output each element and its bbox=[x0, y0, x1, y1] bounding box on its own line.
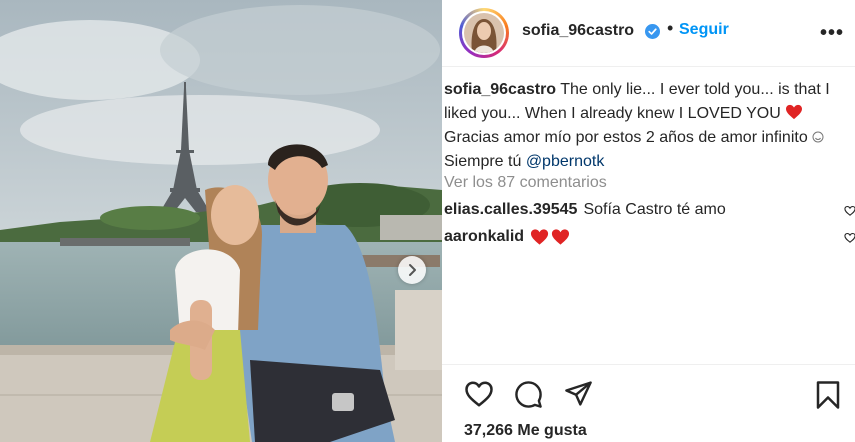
verified-badge-icon bbox=[645, 24, 660, 39]
header-username[interactable]: sofia_96castro bbox=[522, 22, 634, 40]
more-options-button[interactable]: ••• bbox=[820, 22, 844, 45]
paper-plane-icon[interactable] bbox=[564, 380, 593, 407]
heart-outline-icon[interactable] bbox=[464, 380, 494, 408]
bookmark-icon[interactable] bbox=[815, 380, 841, 410]
smile-emoji-icon bbox=[812, 131, 824, 143]
next-photo-button[interactable] bbox=[398, 256, 426, 284]
red-heart-emoji-pair-icon bbox=[530, 229, 570, 245]
post-actions-bar bbox=[442, 372, 855, 416]
comment-username[interactable]: aaronkalid bbox=[444, 228, 524, 246]
caption-line-4: Siempre tú bbox=[444, 153, 526, 170]
post-photo-image bbox=[0, 0, 442, 442]
comment-like-icon[interactable] bbox=[844, 205, 855, 217]
red-heart-emoji-icon bbox=[786, 104, 803, 120]
caption-line-2: liked you... When I already knew I LOVED… bbox=[444, 105, 781, 122]
avatar[interactable] bbox=[459, 8, 509, 58]
follow-button[interactable]: Seguir bbox=[679, 21, 729, 39]
comment-item: aaronkalid bbox=[444, 228, 570, 246]
comment-username[interactable]: elias.calles.39545 bbox=[444, 201, 577, 219]
view-all-comments-link[interactable]: Ver los 87 comentarios bbox=[444, 174, 607, 192]
likes-count[interactable]: 37,266 Me gusta bbox=[464, 422, 587, 440]
separator-dot: • bbox=[667, 18, 674, 38]
post-side-panel: sofia_96castro • Seguir ••• sofia_96cast… bbox=[442, 0, 855, 442]
comment-item: elias.calles.39545 Sofía Castro té amo bbox=[444, 201, 726, 219]
caption-mention-link[interactable]: @pbernotk bbox=[526, 153, 605, 170]
avatar-image bbox=[464, 13, 504, 53]
caption-username[interactable]: sofia_96castro bbox=[444, 81, 556, 98]
comment-text: Sofía Castro té amo bbox=[583, 201, 726, 218]
chevron-right-icon bbox=[409, 264, 416, 276]
post-header: sofia_96castro • Seguir ••• bbox=[442, 0, 855, 66]
post-caption: sofia_96castro The only lie... I ever to… bbox=[444, 78, 855, 174]
post-photo[interactable] bbox=[0, 0, 442, 442]
caption-line-1: The only lie... I ever told you... is th… bbox=[560, 81, 830, 98]
actions-divider bbox=[442, 364, 855, 365]
comment-bubble-icon[interactable] bbox=[514, 380, 543, 409]
caption-line-3: Gracias amor mío por estos 2 años de amo… bbox=[444, 129, 808, 146]
header-divider bbox=[442, 66, 855, 67]
comment-like-icon[interactable] bbox=[844, 232, 855, 244]
